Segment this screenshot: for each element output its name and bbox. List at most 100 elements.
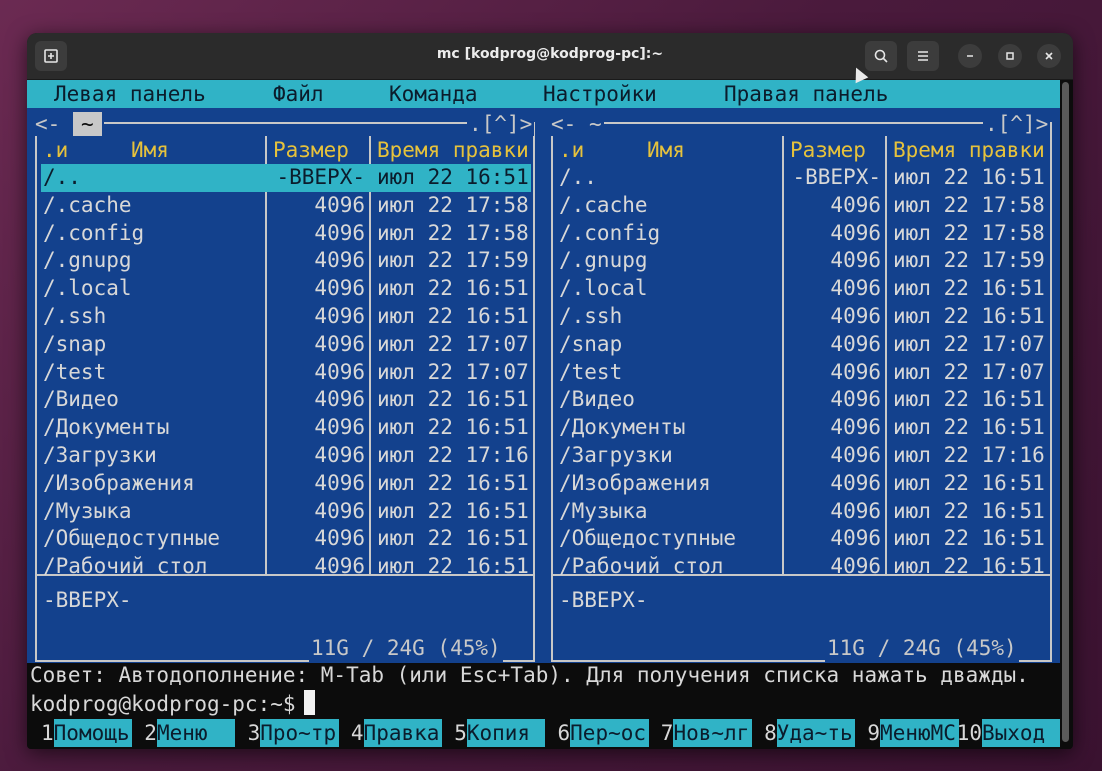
fkey-label: Копия [466,719,546,747]
fkey-number: 10 [956,721,982,745]
file-name: /.gnupg [43,248,132,273]
fkey-number: 1 [41,721,54,745]
minimize-icon[interactable] [958,44,982,68]
file-size: 4096 [830,526,881,551]
file-mtime: июл 22 16:51 [893,526,1045,551]
file-name: /.local [559,276,648,301]
fkey-number: 3 [247,721,261,745]
file-name: /.gnupg [559,248,648,273]
fkey-number: 4 [350,721,364,745]
file-size: 4096 [830,443,881,467]
terminal-content[interactable]: Левая панель Файл Команда Настройки Прав… [27,80,1073,749]
file-size: -ВВЕРХ- [792,165,881,189]
left-header-sort[interactable]: .и [43,136,68,164]
file-name: /Загрузки [559,443,673,467]
fkey-7[interactable]: 7Нов~лг [661,719,752,747]
close-icon[interactable] [1037,44,1061,68]
file-size: 4096 [830,192,881,217]
file-size: 4096 [830,304,881,328]
fkey-10[interactable]: 10Выход [957,719,1061,747]
maximize-icon[interactable] [998,44,1022,68]
file-size: 4096 [830,415,881,440]
file-mtime: июл 22 17:07 [377,331,529,356]
file-size: 4096 [830,276,881,301]
right-disk-usage: 11G / 24G (45%) [825,634,1019,662]
fkey-2[interactable]: 2Меню [144,719,236,747]
left-panel-history[interactable]: .[^]> [467,112,535,136]
fkey-number: 6 [557,721,571,745]
file-mtime: июл 22 17:58 [377,192,529,217]
fkey-number: 8 [764,721,777,745]
file-size: 4096 [830,554,881,579]
fkey-number: 2 [144,721,157,745]
menu-left-panel[interactable]: Левая панель [54,80,206,108]
right-header-mtime[interactable]: Время правки [893,136,1045,164]
menu-command[interactable]: Команда [389,80,478,108]
right-panel[interactable]: <- ~ .[^]> .и Имя Размер Время правки /.… [543,108,1060,663]
fkey-label: Уда~ть [776,719,856,747]
hamburger-menu-icon[interactable] [907,41,939,71]
menu-settings[interactable]: Настройки [543,80,657,108]
file-mtime: июл 22 16:51 [893,304,1045,328]
right-header-name[interactable]: Имя [647,136,685,164]
fkey-label: Пер~ос [570,719,649,747]
menu-file[interactable]: Файл [273,80,324,108]
function-key-bar: 1Помощь 2Меню 3Про~тр 4Правка 5Копия 6Пер~о… [27,719,1061,747]
file-size: 4096 [314,304,365,328]
file-size: 4096 [314,220,365,245]
file-size: 4096 [314,498,365,523]
shell-prompt[interactable]: kodprog@kodprog-pc:~$ [30,690,315,718]
fkey-3[interactable]: 3Про~тр [248,719,339,747]
fkey-label: Правка [363,719,443,747]
scrollbar-thumb[interactable] [1062,82,1069,742]
search-icon[interactable] [865,41,897,71]
left-header-size[interactable]: Размер [273,136,349,164]
hint-line: Совет: Автодополнение: M-Tab (или Esc+Ta… [30,663,1029,687]
right-panel-history[interactable]: .[^]> [983,112,1051,136]
fkey-4[interactable]: 4Правка [350,719,443,747]
file-name: /Изображения [559,470,711,495]
fkey-5[interactable]: 5Копия [454,719,546,747]
fkey-label: Про~тр [260,719,339,747]
fkey-8[interactable]: 8Уда~ть [764,719,856,747]
file-size: 4096 [314,248,365,273]
file-name: /.cache [43,192,132,217]
fkey-1[interactable]: 1Помощь [41,719,133,747]
file-size: 4096 [314,554,365,579]
menu-right-panel[interactable]: Правая панель [724,80,888,108]
fkey-6[interactable]: 6Пер~ос [558,719,649,747]
file-mtime: июл 22 16:51 [377,526,529,551]
file-mtime: июл 22 17:59 [893,248,1045,273]
fkey-9[interactable]: 9МенюMC [867,719,959,747]
file-size: 4096 [830,220,881,245]
file-size: 4096 [314,276,365,301]
file-mtime: июл 22 16:51 [377,276,529,301]
right-header-size[interactable]: Размер [790,136,866,164]
file-name: /snap [43,331,107,356]
file-mtime: июл 22 16:51 [893,554,1045,579]
right-panel-path[interactable]: <- ~ [549,112,604,136]
mc-menu-bar: Левая панель Файл Команда Настройки Прав… [27,80,1060,108]
left-panel-path[interactable]: <- ~ [33,112,104,136]
file-size: 4096 [830,498,881,523]
file-name: /Общедоступные [559,526,737,551]
right-status-line: -ВВЕРХ- [559,588,648,612]
left-header-mtime[interactable]: Время правки [377,136,529,164]
file-size: 4096 [830,359,881,384]
file-name: /.local [43,276,132,301]
fkey-label: МенюMC [880,719,959,747]
left-panel[interactable]: <- ~ .[^]> .и Имя Размер Время правки /.… [27,108,543,663]
file-mtime: июл 22 16:51 [893,276,1045,301]
file-name: /.. [559,165,597,189]
right-header-sort[interactable]: .и [559,136,584,164]
file-size: 4096 [314,192,365,217]
file-mtime: июл 22 16:51 [893,470,1045,495]
file-mtime: июл 22 17:07 [893,331,1045,356]
file-mtime: июл 22 17:16 [377,443,529,467]
file-mtime: июл 22 17:59 [377,248,529,273]
file-mtime: июл 22 17:58 [377,220,529,245]
left-header-name[interactable]: Имя [131,136,169,164]
file-size: 4096 [314,415,365,440]
file-mtime: июл 22 17:58 [893,220,1045,245]
fkey-number: 9 [867,721,881,745]
